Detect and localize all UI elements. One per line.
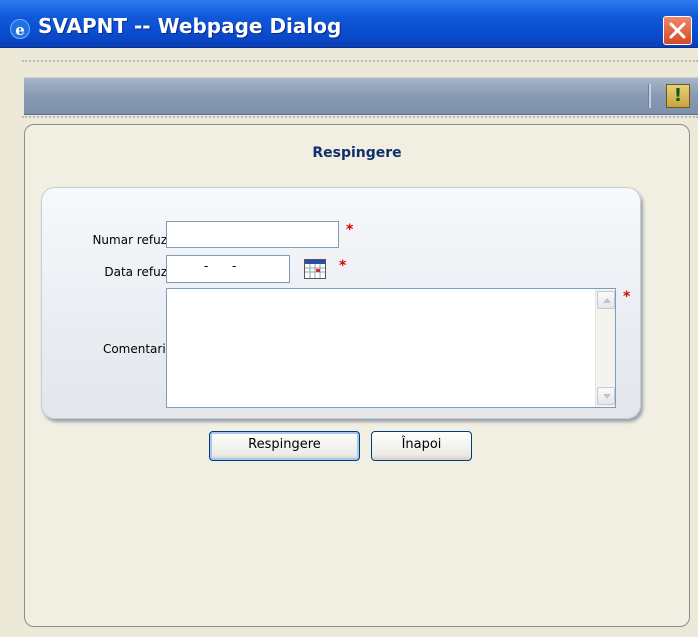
alert-icon[interactable]: ! [666, 84, 690, 108]
window-title: SVAPNT -- Webpage Dialog [38, 14, 342, 38]
page-title: Respingere [312, 145, 402, 161]
chevron-down-icon [603, 394, 611, 399]
divider [22, 116, 698, 118]
close-icon [669, 22, 686, 39]
toolbar: ! [24, 77, 698, 115]
window-title-bar[interactable]: e SVAPNT -- Webpage Dialog [0, 0, 698, 48]
content-panel: Respingere Numar refuz * Data refuz - - … [24, 124, 690, 627]
ie-icon: e [10, 19, 30, 39]
calendar-icon[interactable] [304, 259, 326, 279]
data-refuz-label: Data refuz [104, 265, 167, 279]
divider [22, 60, 698, 62]
date-separator: - [204, 259, 209, 273]
toolbar-separator [648, 84, 651, 108]
comentarii-textarea[interactable] [166, 288, 616, 408]
data-refuz-input[interactable]: - - [166, 255, 290, 283]
date-separator: - [232, 259, 237, 273]
numar-refuz-label: Numar refuz [92, 233, 167, 247]
reject-button[interactable]: Respingere [209, 431, 360, 461]
required-mark: * [339, 258, 347, 274]
comentarii-label: Comentarii [102, 342, 169, 356]
scroll-up-button[interactable] [597, 291, 615, 309]
required-mark: * [346, 222, 354, 238]
chevron-up-icon [603, 298, 611, 303]
scroll-down-button[interactable] [597, 387, 615, 405]
required-mark: * [623, 289, 631, 305]
form-panel: Numar refuz * Data refuz - - * Comentari… [41, 187, 641, 419]
close-button[interactable] [663, 16, 692, 45]
numar-refuz-input[interactable] [166, 221, 339, 248]
back-button[interactable]: Înapoi [371, 431, 472, 461]
textarea-scrollbar[interactable] [595, 289, 615, 407]
